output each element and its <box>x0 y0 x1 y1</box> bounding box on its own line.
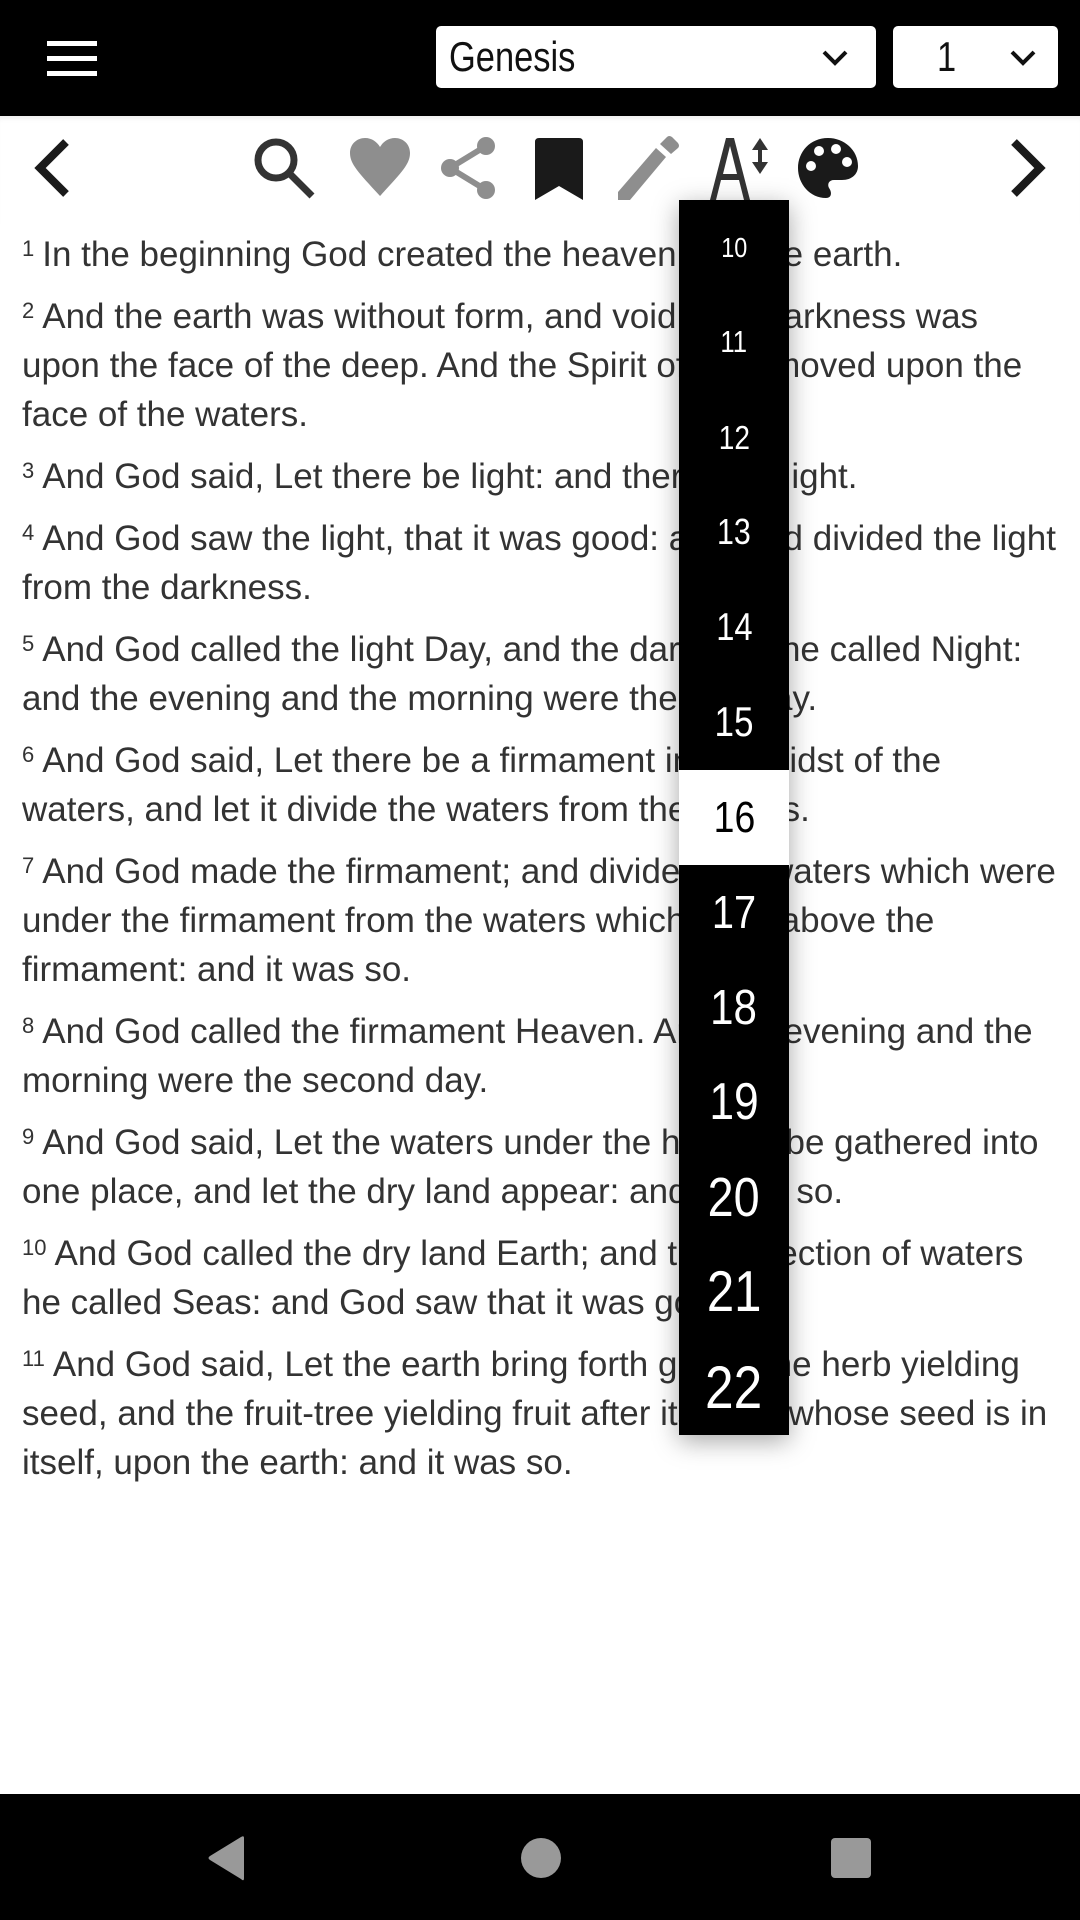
font-size-option[interactable]: 18 <box>679 960 789 1055</box>
verse[interactable]: 8 And God called the firmament Heaven. An… <box>22 1007 1062 1105</box>
verse[interactable]: 5 And God called the light Day, and the d… <box>22 625 1062 723</box>
font-size-option[interactable]: 22 <box>679 1340 789 1435</box>
chevron-down-icon <box>822 50 848 66</box>
chevron-left-icon <box>34 139 69 197</box>
search-icon <box>254 138 315 199</box>
font-size-option-label: 11 <box>720 326 748 359</box>
system-recents-button[interactable] <box>819 1826 883 1890</box>
chevron-right-icon <box>1011 139 1046 197</box>
verse-number: 2 <box>22 298 35 323</box>
font-size-option-label: 22 <box>705 1353 763 1421</box>
favorite-button[interactable] <box>348 136 412 200</box>
font-size-option[interactable]: 14 <box>679 580 789 675</box>
font-size-option[interactable]: 17 <box>679 865 789 960</box>
book-select[interactable]: Genesis <box>436 26 876 88</box>
font-size-option-label: 13 <box>717 512 751 552</box>
verse-number: 3 <box>22 458 35 483</box>
verse-text: And the earth was without form, and void… <box>22 297 1023 434</box>
bookmark-icon <box>535 138 583 200</box>
heart-icon <box>350 138 410 196</box>
verse-text: And God called the light Day, and the da… <box>22 630 1023 718</box>
font-size-option[interactable]: 13 <box>679 485 789 580</box>
font-size-icon <box>710 138 768 200</box>
chapter-select[interactable]: 1 <box>893 26 1058 88</box>
font-size-option[interactable]: 11 <box>679 295 789 390</box>
verse[interactable]: 3 And God said, Let there be light: and t… <box>22 452 1062 501</box>
verse[interactable]: 6 And God said, Let there be a firmament … <box>22 736 1062 834</box>
home-circle-icon <box>521 1838 561 1878</box>
font-size-option[interactable]: 12 <box>679 390 789 485</box>
book-select-value: Genesis <box>449 33 576 80</box>
verse[interactable]: 10 And God called the dry land Earth; and… <box>22 1229 1062 1327</box>
font-size-option[interactable]: 15 <box>679 675 789 770</box>
system-back-button[interactable] <box>194 1826 258 1890</box>
share-button[interactable] <box>438 136 502 200</box>
previous-chapter-button[interactable] <box>20 136 84 200</box>
chapter-select-value: 1 <box>937 33 957 80</box>
system-home-button[interactable] <box>509 1826 573 1890</box>
font-size-option[interactable]: 20 <box>679 1150 789 1245</box>
verse-text: And God said, Let the earth bring forth … <box>22 1345 1048 1482</box>
palette-icon <box>798 138 858 198</box>
verse-number: 4 <box>22 520 35 545</box>
verse-number: 7 <box>22 853 35 878</box>
menu-bar <box>47 71 97 76</box>
verse-text: And God saw the light, that it was good:… <box>22 519 1056 607</box>
hamburger-menu-icon[interactable] <box>44 38 100 78</box>
theme-button[interactable] <box>796 136 860 200</box>
font-size-option-label: 15 <box>714 699 754 745</box>
chevron-down-icon <box>1010 50 1036 66</box>
font-size-option-label: 10 <box>720 232 748 263</box>
verse-text: And God called the firmament Heaven. And… <box>22 1012 1033 1100</box>
verse-number: 5 <box>22 631 35 656</box>
chapter-text: 1 In the beginning God created the heaven… <box>22 230 1062 1500</box>
font-size-option-label: 21 <box>706 1260 762 1324</box>
verse[interactable]: 1 In the beginning God created the heaven… <box>22 230 1062 279</box>
verse-number: 6 <box>22 742 35 767</box>
system-navigation-bar <box>0 1794 1080 1920</box>
font-size-option-label: 17 <box>711 886 757 938</box>
verse[interactable]: 9 And God said, Let the waters under the … <box>22 1118 1062 1216</box>
verse-text: And God said, Let the waters under the h… <box>22 1123 1039 1211</box>
font-size-option[interactable]: 16 <box>679 770 789 865</box>
back-triangle-icon <box>208 1836 244 1881</box>
font-size-button[interactable] <box>706 136 770 200</box>
verse-text: And God said, Let there be a firmament i… <box>22 741 942 829</box>
search-button[interactable] <box>252 136 316 200</box>
note-button[interactable] <box>616 136 680 200</box>
verse-text: And God called the dry land Earth; and t… <box>22 1234 1024 1322</box>
verse-number: 9 <box>22 1124 35 1149</box>
verse[interactable]: 11 And God said, Let the earth bring fort… <box>22 1340 1062 1487</box>
font-size-option[interactable]: 10 <box>679 200 789 295</box>
verse[interactable]: 2 And the earth was without form, and voi… <box>22 292 1062 439</box>
verse[interactable]: 7 And God made the firmament; and divided… <box>22 847 1062 994</box>
bookmark-button[interactable] <box>527 136 591 200</box>
verse-number: 11 <box>22 1346 45 1371</box>
verse-number: 1 <box>22 236 35 261</box>
font-size-option-label: 19 <box>709 1073 759 1131</box>
share-icon <box>441 137 495 199</box>
font-size-option-label: 12 <box>718 419 750 456</box>
menu-bar <box>47 56 97 61</box>
font-size-option[interactable]: 19 <box>679 1055 789 1150</box>
reader-toolbar <box>0 116 1080 224</box>
font-size-option-label: 20 <box>707 1166 761 1228</box>
menu-bar <box>47 41 97 46</box>
font-size-option-label: 14 <box>715 606 753 649</box>
verse-number: 10 <box>22 1235 47 1260</box>
verse-text: And God made the firmament; and divided … <box>22 852 1056 989</box>
next-chapter-button[interactable] <box>996 136 1060 200</box>
verse-number: 8 <box>22 1013 35 1038</box>
font-size-dropdown: 10 11 12 13 14 15 16 17 18 19 20 21 22 <box>679 200 789 1435</box>
font-size-option[interactable]: 21 <box>679 1245 789 1340</box>
font-size-option-label: 18 <box>710 980 758 1035</box>
verse[interactable]: 4 And God saw the light, that it was good… <box>22 514 1062 612</box>
font-size-option-label: 16 <box>713 793 755 842</box>
pencil-icon <box>618 136 679 200</box>
recents-square-icon <box>831 1838 871 1878</box>
app-header: Genesis 1 <box>0 0 1080 116</box>
